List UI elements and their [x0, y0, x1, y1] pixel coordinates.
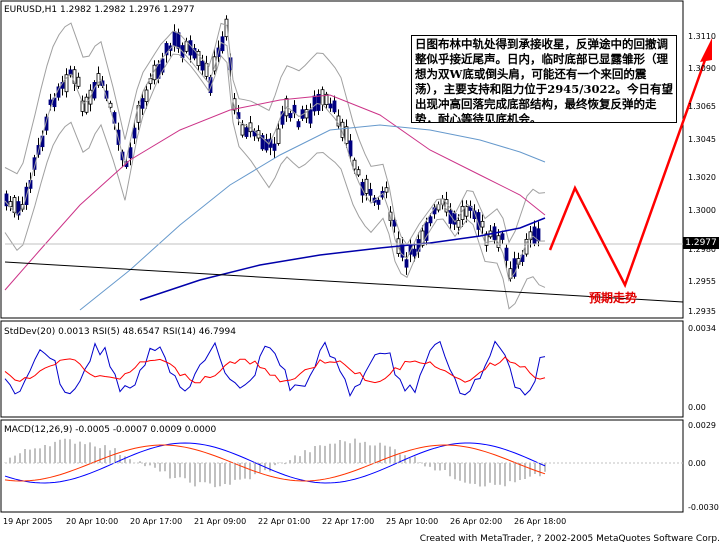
time-axis-label: 26 Apr 02:00 — [450, 517, 502, 526]
time-axis-label: 20 Apr 10:00 — [66, 517, 118, 526]
candle-body — [428, 216, 433, 224]
time-axis-label: 26 Apr 18:00 — [514, 517, 566, 526]
time-axis-label: 22 Apr 01:00 — [258, 517, 310, 526]
indicator-scale-label: 0.0034 — [688, 324, 716, 333]
candle-body — [320, 89, 325, 106]
candle-body — [316, 93, 321, 111]
candle-body — [376, 199, 381, 205]
candle-body — [308, 109, 313, 124]
candle-body — [384, 187, 389, 193]
candle-body — [12, 197, 17, 213]
candle-body — [344, 126, 349, 144]
macd-label: MACD(12,26,9) -0.0005 -0.0007 0.0009 0.0… — [4, 425, 217, 435]
time-axis-label: 21 Apr 09:00 — [194, 517, 246, 526]
price-scale-label: 1.3090 — [688, 64, 716, 73]
rsi-fast-line — [4, 340, 546, 398]
price-scale-label: 1.3045 — [688, 135, 716, 144]
time-axis-label: 22 Apr 17:00 — [322, 517, 374, 526]
current-price-tag: 1.2977 — [683, 237, 719, 249]
candle-body — [332, 100, 337, 113]
candle-body — [128, 147, 133, 159]
candle-body — [84, 96, 89, 113]
indicator-scale-label: 0.00 — [688, 403, 706, 412]
expected-trend-label: 预期走势 — [589, 291, 638, 305]
macd-scale-label: -0.0030 — [688, 503, 719, 512]
candle-body — [188, 40, 193, 56]
stddev-rsi-label: StdDev(20) 0.0013 RSI(5) 48.6547 RSI(14)… — [4, 327, 236, 337]
candle-body — [200, 60, 205, 71]
candle-body — [464, 206, 469, 217]
macd-chart — [4, 438, 683, 488]
candle-body — [132, 127, 137, 139]
candle-body — [532, 226, 537, 245]
candle-body — [68, 69, 73, 75]
candle-body — [436, 204, 441, 211]
candle-body — [76, 76, 81, 87]
expected-arrowhead — [700, 38, 712, 62]
price-scale-label: 1.2935 — [688, 307, 716, 316]
candle-body — [480, 220, 485, 228]
candle-body — [288, 113, 293, 119]
candle-body — [144, 89, 149, 103]
time-axis-label: 19 Apr 2005 — [3, 517, 52, 526]
candle-body — [404, 259, 409, 268]
candle-body — [368, 188, 373, 196]
candle-body — [312, 95, 317, 112]
candle-body — [328, 103, 333, 109]
time-axis-label: 20 Apr 17:00 — [130, 517, 182, 526]
footer-credit: Created with MetaTrader, ? 2002-2005 Met… — [419, 534, 720, 544]
ma-fast-line — [4, 94, 546, 291]
macd-scale-label: 0.0029 — [688, 421, 716, 430]
rsi-slow-line — [4, 356, 546, 384]
price-scale-label: 1.3110 — [688, 32, 716, 41]
candle-body — [244, 127, 249, 137]
candle-body — [348, 140, 353, 157]
candle-body — [504, 247, 509, 261]
candle-body — [272, 143, 277, 151]
candle-body — [296, 121, 301, 128]
candle-body — [412, 248, 417, 257]
candle-body — [140, 98, 145, 109]
candle-body — [364, 178, 369, 194]
ohlc-label: 1.2982 1.2982 1.2976 1.2977 — [60, 5, 195, 15]
candle-body — [536, 228, 541, 242]
candle-body — [204, 63, 209, 77]
price-scale-label: 1.3020 — [688, 173, 716, 182]
support-trendline — [4, 261, 684, 303]
price-scale-label: 1.3065 — [688, 102, 716, 111]
symbol-label: EURUSD,H1 — [4, 5, 57, 15]
candle-body — [176, 32, 181, 49]
candle-body — [356, 169, 361, 176]
candle-body — [240, 124, 245, 136]
time-axis-label: 25 Apr 10:00 — [386, 517, 438, 526]
price-scale-label: 1.3000 — [688, 206, 716, 215]
candle-body — [456, 220, 461, 228]
candle-body — [352, 159, 357, 170]
analysis-note: 日图布林中轨处得到承接收星，反弹途中的回撤调整似乎接近尾声。日内，临时底部已显露… — [411, 35, 677, 123]
candle-body — [500, 233, 505, 240]
price-scale-label: 1.2955 — [688, 277, 716, 286]
macd-scale-label: 0.00 — [688, 459, 706, 468]
indicator-chart — [4, 340, 546, 398]
candle-body — [172, 31, 177, 47]
candle-body — [276, 128, 281, 144]
